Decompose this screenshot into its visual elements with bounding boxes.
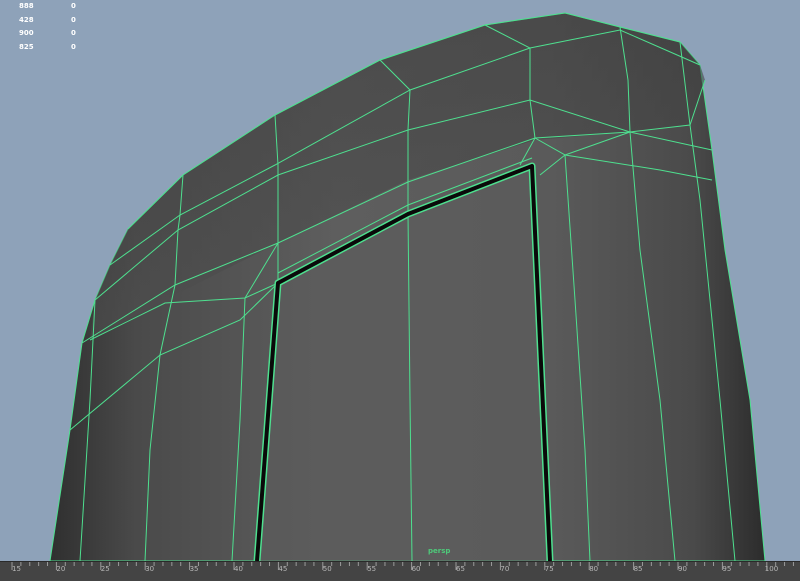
hud-row: 428 0	[0, 14, 90, 28]
time-slider[interactable]: 15 20 25 30 35 40 45 50 55 60 65 70 75 80 85 90 95 100	[0, 561, 800, 581]
ruler-frame-label: 80	[589, 565, 599, 573]
ruler-frame-label: 45	[278, 565, 288, 573]
hud-label: 428	[19, 15, 34, 24]
ruler-frame-label: 35	[189, 565, 199, 573]
viewport-canvas[interactable]	[0, 0, 800, 561]
ruler-frame-label: 100	[764, 565, 779, 573]
hud-label: 900	[19, 29, 34, 37]
hud-value: 0	[71, 29, 76, 37]
hud-label: 888	[19, 2, 34, 10]
ruler-frame-label: 95	[722, 565, 732, 573]
ruler-frame-label: 70	[500, 565, 510, 573]
hud-value: 0	[71, 2, 76, 10]
hud-row: 888 0	[0, 0, 90, 14]
ruler-frame-label: 20	[56, 565, 66, 573]
ruler-frame-label: 90	[678, 565, 687, 573]
ruler-frame-label: 30	[145, 565, 155, 573]
hud-row: 825 0	[0, 41, 90, 55]
ruler-frame-label: 15	[12, 565, 21, 573]
hud-value: 0	[71, 15, 76, 24]
ruler-frame-label: 85	[633, 565, 643, 573]
hud-value: 0	[71, 42, 76, 51]
camera-name-label: persp	[428, 547, 451, 555]
ruler-frame-label: 55	[367, 565, 377, 573]
perspective-viewport[interactable]: 888 0 428 0 900 0 825 0 persp	[0, 0, 800, 561]
ruler-frame-label: 75	[544, 565, 554, 573]
ruler-frame-label: 40	[234, 565, 243, 573]
heads-up-display: 888 0 428 0 900 0 825 0	[0, 0, 90, 54]
hud-label: 825	[19, 42, 34, 51]
ruler-frame-label: 65	[456, 565, 465, 573]
ruler-frame-label: 50	[322, 565, 332, 573]
hud-row: 900 0	[0, 27, 90, 41]
ruler-frame-label: 25	[100, 565, 110, 573]
ruler-frame-label: 60	[411, 565, 421, 573]
